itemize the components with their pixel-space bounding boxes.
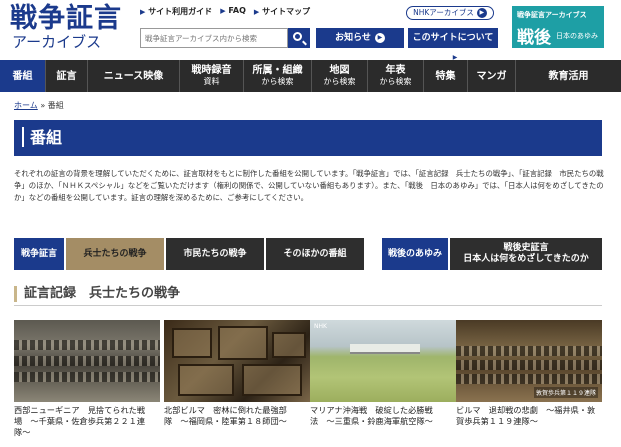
- logo-main-text: 戦争証言: [10, 3, 122, 34]
- nav-item-testimony[interactable]: 証言: [46, 60, 88, 92]
- nav-item-programs[interactable]: 番組: [0, 60, 46, 92]
- program-card[interactable]: NHK マリアナ沖海戦 破綻した必勝戦法 〜三重県・鈴鹿海軍航空隊〜: [310, 320, 456, 427]
- intro-text: それぞれの証言の背景を理解していただくために、証言取材をもとに制作した番組を公開…: [14, 169, 604, 202]
- breadcrumb-current: 番組: [47, 101, 64, 110]
- nav-item-wartime-audio[interactable]: 戦時録音 資料: [180, 60, 244, 92]
- program-card[interactable]: 敦賀歩兵第１１９連隊 ビルマ 退却戦の悲劇 〜福井県・敦賀歩兵第１１９連隊〜: [456, 320, 602, 427]
- banner-sub-text: 戦争証言アーカイブス: [517, 11, 587, 19]
- arrow-icon: ▶: [220, 7, 226, 15]
- nhk-watermark: NHK: [314, 323, 327, 330]
- top-link-faq[interactable]: ▶ FAQ: [220, 6, 246, 17]
- program-caption[interactable]: マリアナ沖海戦 破綻した必勝戦法 〜三重県・鈴鹿海軍航空隊〜: [310, 405, 456, 427]
- program-caption[interactable]: ビルマ 退却戦の悲劇 〜福井県・敦賀歩兵第１１９連隊〜: [456, 405, 602, 427]
- nav-item-map-search[interactable]: 地図 から検索: [312, 60, 368, 92]
- sengo-banner[interactable]: 戦争証言アーカイブス 戦後 日本のあゆみ: [512, 6, 604, 48]
- nav-item-education[interactable]: 教育活用: [516, 60, 621, 92]
- program-caption[interactable]: 北部ビルマ 密林に倒れた最強部隊 〜福岡県・陸軍第１８師団〜: [164, 405, 310, 427]
- top-link-sitemap[interactable]: ▶ サイトマップ: [254, 6, 310, 17]
- nav-item-special[interactable]: 特集: [424, 60, 468, 92]
- program-thumbnail[interactable]: [164, 320, 310, 402]
- arrow-right-icon: ▶: [374, 32, 385, 43]
- program-thumbnail[interactable]: 敦賀歩兵第１１９連隊: [456, 320, 602, 402]
- search-input[interactable]: [140, 28, 288, 48]
- search-icon: [293, 32, 302, 41]
- banner-small-text: 日本のあゆみ: [556, 32, 598, 40]
- nav-item-timeline-search[interactable]: 年表 から検索: [368, 60, 424, 92]
- site-logo[interactable]: 戦争証言 アーカイブス: [10, 3, 140, 51]
- notice-button[interactable]: お知らせ ▶: [316, 28, 404, 48]
- main-nav: 番組 証言 ニュース映像 戦時録音 資料 所属・組織 から検索 地図 から検索 年表か…: [0, 60, 621, 92]
- program-thumbnail[interactable]: [14, 320, 160, 402]
- logo-sub-text: アーカイブス: [12, 33, 102, 51]
- arrow-icon: ▶: [140, 8, 146, 16]
- breadcrumb: ホーム » 番組: [14, 100, 64, 111]
- program-card[interactable]: 北部ビルマ 密林に倒れた最強部隊 〜福岡県・陸軍第１８師団〜: [164, 320, 310, 427]
- tab-other-programs[interactable]: そのほかの番組: [266, 238, 364, 270]
- page-title: 番組: [14, 120, 602, 156]
- about-button[interactable]: このサイトについて▶: [408, 28, 498, 63]
- search-button[interactable]: [288, 28, 310, 48]
- tab-soldiers-war[interactable]: 兵士たちの戦争: [66, 238, 164, 270]
- section-title: 証言記録 兵士たちの戦争: [14, 282, 602, 306]
- program-caption[interactable]: 西部ニューギニア 見捨てられた戦場 〜千葉県・佐倉歩兵第２２１連隊〜: [14, 405, 160, 438]
- tab-postwar-testimony[interactable]: 戦後史証言 日本人は何をめざしてきたのか: [450, 238, 602, 270]
- tab-postwar-history[interactable]: 戦後のあゆみ: [382, 238, 448, 270]
- arrow-right-icon: ▶: [476, 8, 487, 18]
- film-caption-label: 敦賀歩兵第１１９連隊: [533, 387, 598, 398]
- nav-item-news-footage[interactable]: ニュース映像: [88, 60, 180, 92]
- nav-item-manga[interactable]: マンガ: [468, 60, 516, 92]
- nav-item-organization-search[interactable]: 所属・組織 から検索: [244, 60, 312, 92]
- site-header: 戦争証言 アーカイブス ▶ サイト利用ガイド ▶ FAQ ▶ サイトマップ NH…: [0, 0, 621, 63]
- tab-war-testimony[interactable]: 戦争証言: [14, 238, 64, 270]
- banner-big-text: 戦後: [517, 28, 551, 48]
- arrow-icon: ▶: [253, 8, 260, 16]
- program-card[interactable]: 西部ニューギニア 見捨てられた戦場 〜千葉県・佐倉歩兵第２２１連隊〜: [14, 320, 160, 438]
- top-links: ▶ サイト利用ガイド ▶ FAQ ▶ サイトマップ: [140, 6, 310, 17]
- tab-civilians-war[interactable]: 市民たちの戦争: [166, 238, 264, 270]
- top-link-guide[interactable]: ▶ サイト利用ガイド: [140, 6, 212, 17]
- breadcrumb-separator: »: [40, 101, 46, 110]
- nhk-archives-link[interactable]: NHKアーカイブス ▶: [406, 6, 494, 20]
- program-thumbnail[interactable]: NHK: [310, 320, 456, 402]
- breadcrumb-home-link[interactable]: ホーム: [14, 101, 38, 110]
